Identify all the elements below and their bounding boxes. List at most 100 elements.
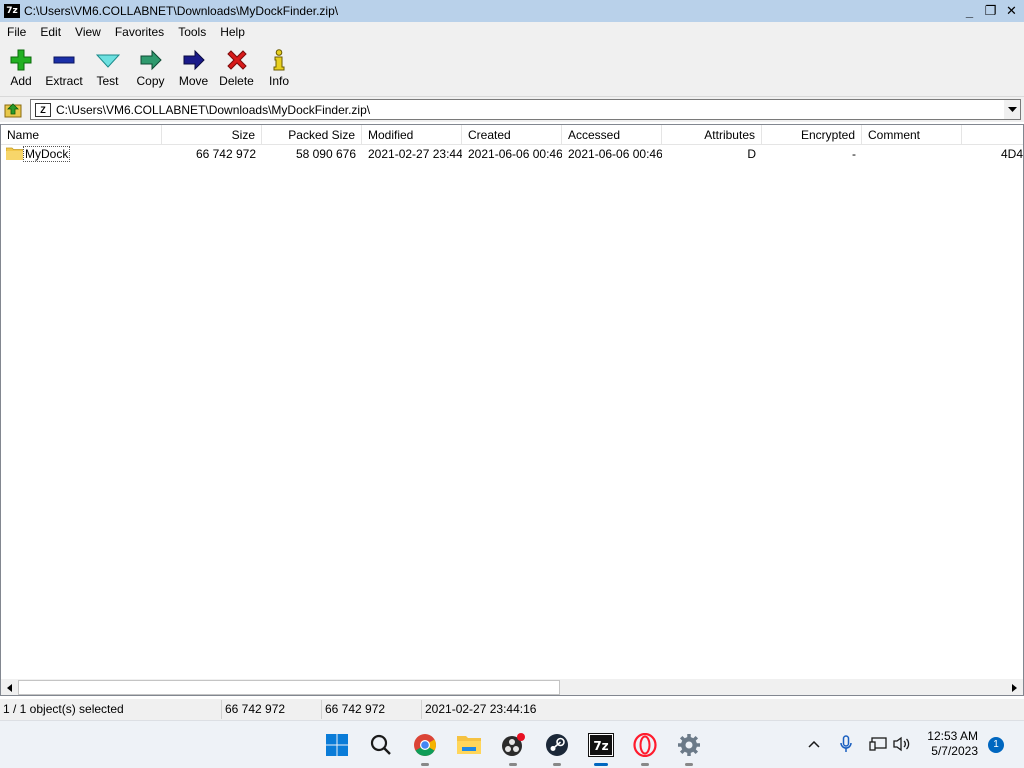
show-hidden-icons-button[interactable] xyxy=(803,733,825,755)
chrome-icon xyxy=(414,734,436,756)
notification-badge[interactable]: 1 xyxy=(988,737,1004,753)
move-arrow-icon xyxy=(182,48,206,72)
taskbar-7zip[interactable]: 7z xyxy=(585,729,617,766)
network-button[interactable] xyxy=(867,733,889,755)
address-dropdown-button[interactable] xyxy=(1003,100,1020,119)
test-label: Test xyxy=(96,74,119,88)
search-button[interactable] xyxy=(365,729,397,761)
column-created[interactable]: Created xyxy=(462,125,562,145)
active-indicator xyxy=(594,763,608,766)
chevron-right-icon xyxy=(1012,683,1017,692)
7zip-icon: 7z xyxy=(588,733,614,757)
close-button[interactable]: ✕ xyxy=(1001,2,1022,20)
up-folder-button[interactable] xyxy=(3,100,23,120)
delete-x-icon xyxy=(225,48,249,72)
info-icon xyxy=(267,48,291,72)
windows-logo-icon xyxy=(326,734,348,756)
steam-icon xyxy=(546,734,568,756)
running-indicator xyxy=(509,763,517,766)
obs-icon xyxy=(502,733,525,756)
scrollbar-thumb[interactable] xyxy=(18,680,560,695)
extract-button[interactable]: Extract xyxy=(42,42,86,94)
column-extra[interactable] xyxy=(962,125,1023,145)
menu-help[interactable]: Help xyxy=(213,22,252,42)
running-indicator xyxy=(421,763,429,766)
taskbar-opera[interactable] xyxy=(629,729,661,766)
row-accessed: 2021-06-06 00:46 xyxy=(568,147,662,161)
move-button[interactable]: Move xyxy=(172,42,215,94)
copy-button[interactable]: Copy xyxy=(129,42,172,94)
start-button[interactable] xyxy=(321,729,353,761)
row-comment xyxy=(862,145,962,163)
taskbar-chrome[interactable] xyxy=(409,729,441,766)
toolbar: Add Extract Test Copy Move Delete Info xyxy=(0,42,1024,96)
column-comment[interactable]: Comment xyxy=(862,125,962,145)
clock-time: 12:53 AM xyxy=(927,729,978,743)
row-size: 66 742 972 xyxy=(195,147,256,161)
window-title: C:\Users\VM6.COLLABNET\Downloads\MyDockF… xyxy=(24,4,339,18)
copy-label: Copy xyxy=(136,74,165,88)
chevron-up-icon xyxy=(808,740,820,748)
info-label: Info xyxy=(268,74,289,88)
move-label: Move xyxy=(178,74,209,88)
taskbar-steam[interactable] xyxy=(541,729,573,766)
file-list[interactable]: Name Size Packed Size Modified Created A… xyxy=(0,124,1024,696)
clock-date: 5/7/2023 xyxy=(931,744,978,758)
menu-bar: File Edit View Favorites Tools Help xyxy=(0,22,1024,42)
menu-view[interactable]: View xyxy=(68,22,108,42)
scroll-right-button[interactable] xyxy=(1006,679,1023,695)
gear-icon xyxy=(678,734,700,756)
network-icon xyxy=(869,737,887,751)
row-name[interactable]: MyDock xyxy=(23,146,71,162)
status-size: 66 742 972 xyxy=(221,700,321,719)
volume-button[interactable] xyxy=(891,733,913,755)
column-encrypted[interactable]: Encrypted xyxy=(762,125,862,145)
column-attributes[interactable]: Attributes xyxy=(662,125,762,145)
folder-icon xyxy=(6,147,23,160)
address-input[interactable]: Z C:\Users\VM6.COLLABNET\Downloads\MyDoc… xyxy=(30,99,1021,120)
column-size[interactable]: Size xyxy=(162,125,262,145)
scroll-left-button[interactable] xyxy=(1,679,18,695)
folder-up-icon xyxy=(4,103,22,118)
add-button[interactable]: Add xyxy=(0,42,42,94)
table-row[interactable]: MyDock 66 742 972 58 090 676 2021-02-27 … xyxy=(1,145,1023,163)
delete-button[interactable]: Delete xyxy=(215,42,258,94)
column-modified[interactable]: Modified xyxy=(362,125,462,145)
address-path: C:\Users\VM6.COLLABNET\Downloads\MyDockF… xyxy=(56,102,371,117)
test-button[interactable]: Test xyxy=(86,42,129,94)
info-button[interactable]: Info xyxy=(258,42,300,94)
menu-file[interactable]: File xyxy=(0,22,33,42)
taskbar-settings[interactable] xyxy=(673,729,705,766)
status-bar: 1 / 1 object(s) selected 66 742 972 66 7… xyxy=(0,699,1024,720)
restore-button[interactable]: ❐ xyxy=(980,2,1001,20)
speaker-icon xyxy=(893,736,910,752)
taskbar: 7z 12:53 AM 5/7/2023 1 xyxy=(0,720,1024,768)
menu-edit[interactable]: Edit xyxy=(33,22,68,42)
running-indicator xyxy=(685,763,693,766)
microphone-button[interactable] xyxy=(835,733,857,755)
system-clock[interactable]: 12:53 AM 5/7/2023 xyxy=(927,729,978,759)
column-packed-size[interactable]: Packed Size xyxy=(262,125,362,145)
zip-archive-icon: Z xyxy=(35,102,51,117)
extract-label: Extract xyxy=(45,74,83,88)
taskbar-obs[interactable] xyxy=(497,729,529,766)
7zip-app-icon[interactable]: 7z xyxy=(4,4,20,18)
status-selection: 1 / 1 object(s) selected xyxy=(3,702,124,716)
row-created: 2021-06-06 00:46 xyxy=(468,147,562,161)
horizontal-scrollbar[interactable] xyxy=(1,679,1023,695)
running-indicator xyxy=(553,763,561,766)
address-bar: Z C:\Users\VM6.COLLABNET\Downloads\MyDoc… xyxy=(0,96,1024,122)
file-explorer-icon xyxy=(457,736,481,754)
search-icon xyxy=(370,734,391,755)
taskbar-file-explorer[interactable] xyxy=(453,729,485,761)
status-packed-size: 66 742 972 xyxy=(321,700,421,719)
row-packed-size: 58 090 676 xyxy=(295,147,356,161)
minimize-button[interactable]: _ xyxy=(959,2,980,20)
menu-favorites[interactable]: Favorites xyxy=(108,22,171,42)
menu-tools[interactable]: Tools xyxy=(171,22,213,42)
column-name[interactable]: Name xyxy=(1,125,162,145)
row-modified: 2021-02-27 23:44 xyxy=(368,147,462,161)
copy-arrow-icon xyxy=(139,48,163,72)
minus-icon xyxy=(52,48,76,72)
column-accessed[interactable]: Accessed xyxy=(562,125,662,145)
